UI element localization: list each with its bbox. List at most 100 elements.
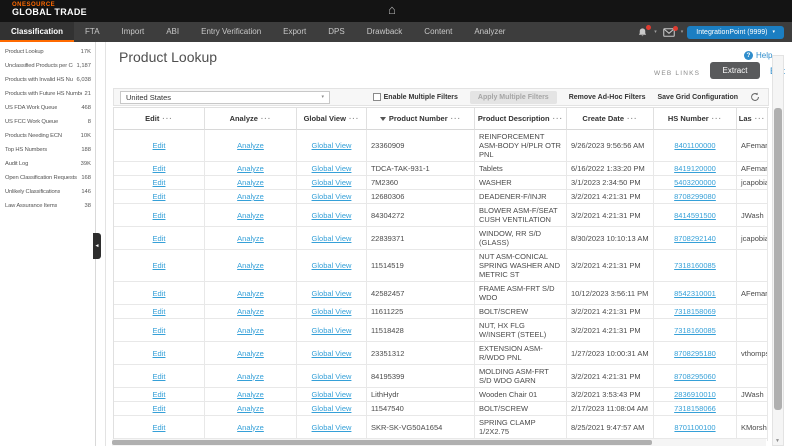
analyze-link[interactable]: Analyze (237, 326, 264, 335)
sidebar-item[interactable]: Unclassified Products per Country 1,187 (0, 59, 95, 73)
edit-link[interactable]: Edit (153, 372, 166, 381)
hs-number-link[interactable]: 7318158066 (674, 404, 716, 413)
vertical-scrollbar[interactable]: ▼ (772, 55, 784, 446)
analyze-link[interactable]: Analyze (237, 234, 264, 243)
hs-number-link[interactable]: 8708299080 (674, 192, 716, 201)
nav-tab[interactable]: Drawback (356, 22, 414, 42)
edit-link[interactable]: Edit (153, 234, 166, 243)
column-header[interactable]: HS Number ··· (654, 108, 737, 130)
remove-adhoc-filters-button[interactable]: Remove Ad-Hoc Filters (569, 94, 646, 101)
column-header[interactable]: Edit ··· (114, 108, 205, 130)
column-menu-icon[interactable]: ··· (755, 114, 766, 123)
analyze-link[interactable]: Analyze (237, 141, 264, 150)
global-view-link[interactable]: Global View (312, 234, 352, 243)
nav-tab[interactable]: Import (111, 22, 156, 42)
column-header[interactable]: Create Date ··· (567, 108, 654, 130)
hs-number-link[interactable]: 7318158069 (674, 307, 716, 316)
edit-link[interactable]: Edit (153, 307, 166, 316)
hs-number-link[interactable]: 8401100000 (674, 141, 715, 150)
notifications-button[interactable] (635, 25, 650, 40)
save-grid-configuration-button[interactable]: Save Grid Configuration (657, 94, 738, 101)
column-menu-icon[interactable]: ··· (349, 114, 360, 123)
nav-tab[interactable]: Analyzer (463, 22, 516, 42)
hs-number-link[interactable]: 7318160085 (674, 326, 716, 335)
edit-link[interactable]: Edit (153, 261, 166, 270)
nav-tab[interactable]: Classification (0, 22, 74, 42)
column-header[interactable]: Product Description ··· (475, 108, 567, 130)
sidebar-item[interactable]: Audit Log 39K (0, 157, 95, 171)
edit-link[interactable]: Edit (153, 423, 166, 432)
column-menu-icon[interactable]: ··· (451, 114, 462, 123)
sidebar-collapse-handle[interactable]: ◄ (93, 233, 101, 259)
global-view-link[interactable]: Global View (312, 307, 352, 316)
horizontal-scrollbar-thumb[interactable] (112, 440, 652, 445)
edit-link[interactable]: Edit (153, 164, 166, 173)
global-view-link[interactable]: Global View (312, 211, 352, 220)
analyze-link[interactable]: Analyze (237, 372, 264, 381)
global-view-link[interactable]: Global View (312, 326, 352, 335)
edit-link[interactable]: Edit (153, 326, 166, 335)
column-menu-icon[interactable]: ··· (261, 114, 272, 123)
nav-tab[interactable]: Content (413, 22, 463, 42)
messages-button[interactable] (661, 26, 677, 39)
column-header[interactable]: Product Number ··· (367, 108, 475, 130)
sidebar-item[interactable]: Products with Invalid HS Numbers 6,038 (0, 73, 95, 87)
hs-number-link[interactable]: 8708295060 (674, 372, 716, 381)
edit-link[interactable]: Edit (153, 178, 166, 187)
sidebar-item[interactable]: Unlikely Classifications 146 (0, 185, 95, 199)
column-header[interactable]: Global View ··· (297, 108, 367, 130)
sidebar-item[interactable]: Open Classification Requests 168 (0, 171, 95, 185)
column-menu-icon[interactable]: ··· (162, 114, 173, 123)
sidebar-item[interactable]: Top HS Numbers 188 (0, 143, 95, 157)
global-view-link[interactable]: Global View (312, 141, 352, 150)
edit-link[interactable]: Edit (153, 404, 166, 413)
global-view-link[interactable]: Global View (312, 404, 352, 413)
hs-number-link[interactable]: 5403200000 (674, 178, 716, 187)
enable-multiple-filters[interactable]: Enable Multiple Filters (373, 93, 458, 101)
global-view-link[interactable]: Global View (312, 178, 352, 187)
scroll-down-icon[interactable]: ▼ (775, 438, 780, 444)
edit-link[interactable]: Edit (153, 141, 166, 150)
global-view-link[interactable]: Global View (312, 164, 352, 173)
sidebar-item[interactable]: US FDA Work Queue 468 (0, 101, 95, 115)
nav-tab[interactable]: ABI (155, 22, 190, 42)
column-menu-icon[interactable]: ··· (627, 114, 638, 123)
notifications-caret-icon[interactable]: ▾ (654, 29, 657, 35)
hs-number-link[interactable]: 2836910010 (674, 390, 716, 399)
analyze-link[interactable]: Analyze (237, 211, 264, 220)
global-view-link[interactable]: Global View (312, 289, 352, 298)
nav-tab[interactable]: DPS (317, 22, 355, 42)
global-view-link[interactable]: Global View (312, 349, 352, 358)
global-view-link[interactable]: Global View (312, 423, 352, 432)
analyze-link[interactable]: Analyze (237, 164, 264, 173)
global-view-link[interactable]: Global View (312, 261, 352, 270)
global-view-link[interactable]: Global View (312, 192, 352, 201)
hs-number-link[interactable]: 8542310001 (674, 289, 716, 298)
analyze-link[interactable]: Analyze (237, 390, 264, 399)
country-select[interactable]: United States ▾ (120, 91, 330, 104)
horizontal-scrollbar[interactable] (112, 439, 766, 446)
sidebar-item[interactable]: Products Needing ECN 10K (0, 129, 95, 143)
analyze-link[interactable]: Analyze (237, 192, 264, 201)
hs-number-link[interactable]: 8708295180 (674, 349, 716, 358)
home-icon[interactable]: ⌂ (388, 3, 396, 16)
edit-link[interactable]: Edit (153, 192, 166, 201)
column-menu-icon[interactable]: ··· (553, 114, 564, 123)
analyze-link[interactable]: Analyze (237, 423, 264, 432)
analyze-link[interactable]: Analyze (237, 178, 264, 187)
nav-tab[interactable]: FTA (74, 22, 111, 42)
vertical-scrollbar-thumb[interactable] (774, 108, 782, 410)
analyze-link[interactable]: Analyze (237, 307, 264, 316)
analyze-link[interactable]: Analyze (237, 349, 264, 358)
analyze-link[interactable]: Analyze (237, 289, 264, 298)
sidebar-item[interactable]: Products with Future HS Numbers 21 (0, 87, 95, 101)
hs-number-link[interactable]: 8419120000 (674, 164, 716, 173)
messages-caret-icon[interactable]: ▾ (681, 29, 684, 35)
nav-tab[interactable]: Entry Verification (190, 22, 272, 42)
edit-link[interactable]: Edit (153, 349, 166, 358)
refresh-button[interactable] (750, 92, 760, 102)
hs-number-link[interactable]: 8708292140 (674, 234, 716, 243)
global-view-link[interactable]: Global View (312, 390, 352, 399)
global-view-link[interactable]: Global View (312, 372, 352, 381)
column-menu-icon[interactable]: ··· (712, 114, 723, 123)
